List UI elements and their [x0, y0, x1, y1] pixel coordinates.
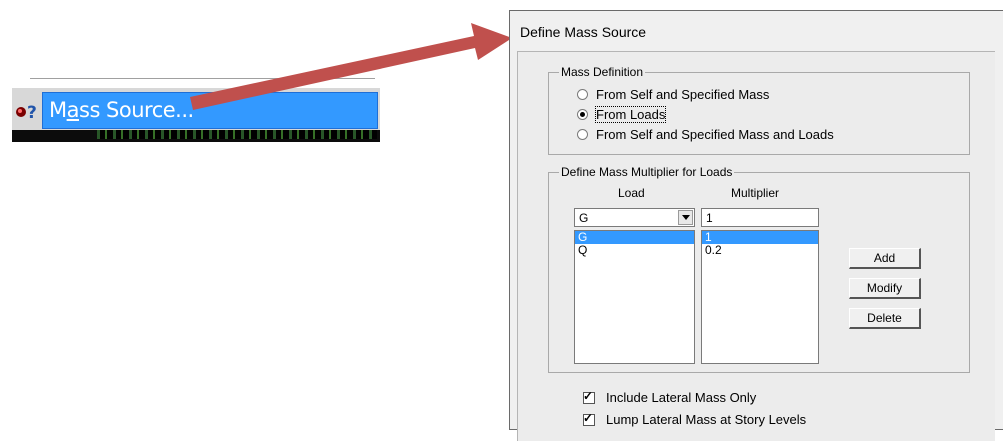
- radio-button[interactable]: [577, 129, 588, 140]
- checkbox-label: Include Lateral Mass Only: [606, 390, 757, 405]
- radio-from-loads[interactable]: From Loads: [577, 106, 667, 123]
- include-lateral-mass-checkbox-row[interactable]: ✓ Include Lateral Mass Only: [583, 388, 757, 405]
- delete-button[interactable]: Delete: [849, 308, 921, 329]
- load-select-value: G: [579, 211, 589, 225]
- radio-self-specified-mass-and-loads[interactable]: From Self and Specified Mass and Loads: [577, 127, 834, 142]
- mass-definition-group: Mass Definition From Self and Specified …: [548, 65, 970, 155]
- include-lateral-mass-checkbox[interactable]: ✓: [583, 388, 595, 404]
- multiplier-input[interactable]: 1: [701, 208, 819, 227]
- callout-arrow-shape: [190, 23, 512, 110]
- define-mass-source-dialog: Define Mass Source Mass Definition From …: [509, 10, 1003, 441]
- radio-button[interactable]: [577, 89, 588, 100]
- dialog-body: Mass Definition From Self and Specified …: [517, 51, 995, 441]
- check-icon: ✓: [583, 410, 594, 425]
- radio-self-specified-mass[interactable]: From Self and Specified Mass: [577, 87, 769, 102]
- radio-label: From Loads: [594, 106, 667, 123]
- modify-button[interactable]: Modify: [849, 278, 921, 299]
- lump-lateral-mass-checkbox[interactable]: ✓: [583, 410, 595, 426]
- radio-label: From Self and Specified Mass: [596, 87, 770, 102]
- dialog-title: Define Mass Source: [520, 24, 647, 40]
- load-list[interactable]: G Q: [574, 230, 695, 364]
- multiplier-input-value: 1: [706, 211, 713, 225]
- check-icon: ✓: [583, 388, 594, 403]
- multiplier-list[interactable]: 1 0.2: [701, 230, 819, 364]
- mass-multiplier-label: Define Mass Multiplier for Loads: [559, 165, 735, 179]
- list-item[interactable]: Q: [575, 244, 694, 257]
- add-button[interactable]: Add: [849, 248, 921, 269]
- multiplier-column-header: Multiplier: [731, 186, 780, 200]
- list-item[interactable]: 0.2: [702, 244, 818, 257]
- chevron-down-icon[interactable]: [678, 210, 693, 225]
- radio-button[interactable]: [577, 109, 588, 120]
- list-item[interactable]: G: [575, 231, 694, 244]
- load-select[interactable]: G: [574, 208, 695, 227]
- load-column-header: Load: [618, 186, 645, 200]
- radio-label: From Self and Specified Mass and Loads: [596, 127, 834, 142]
- mass-definition-label: Mass Definition: [559, 65, 646, 79]
